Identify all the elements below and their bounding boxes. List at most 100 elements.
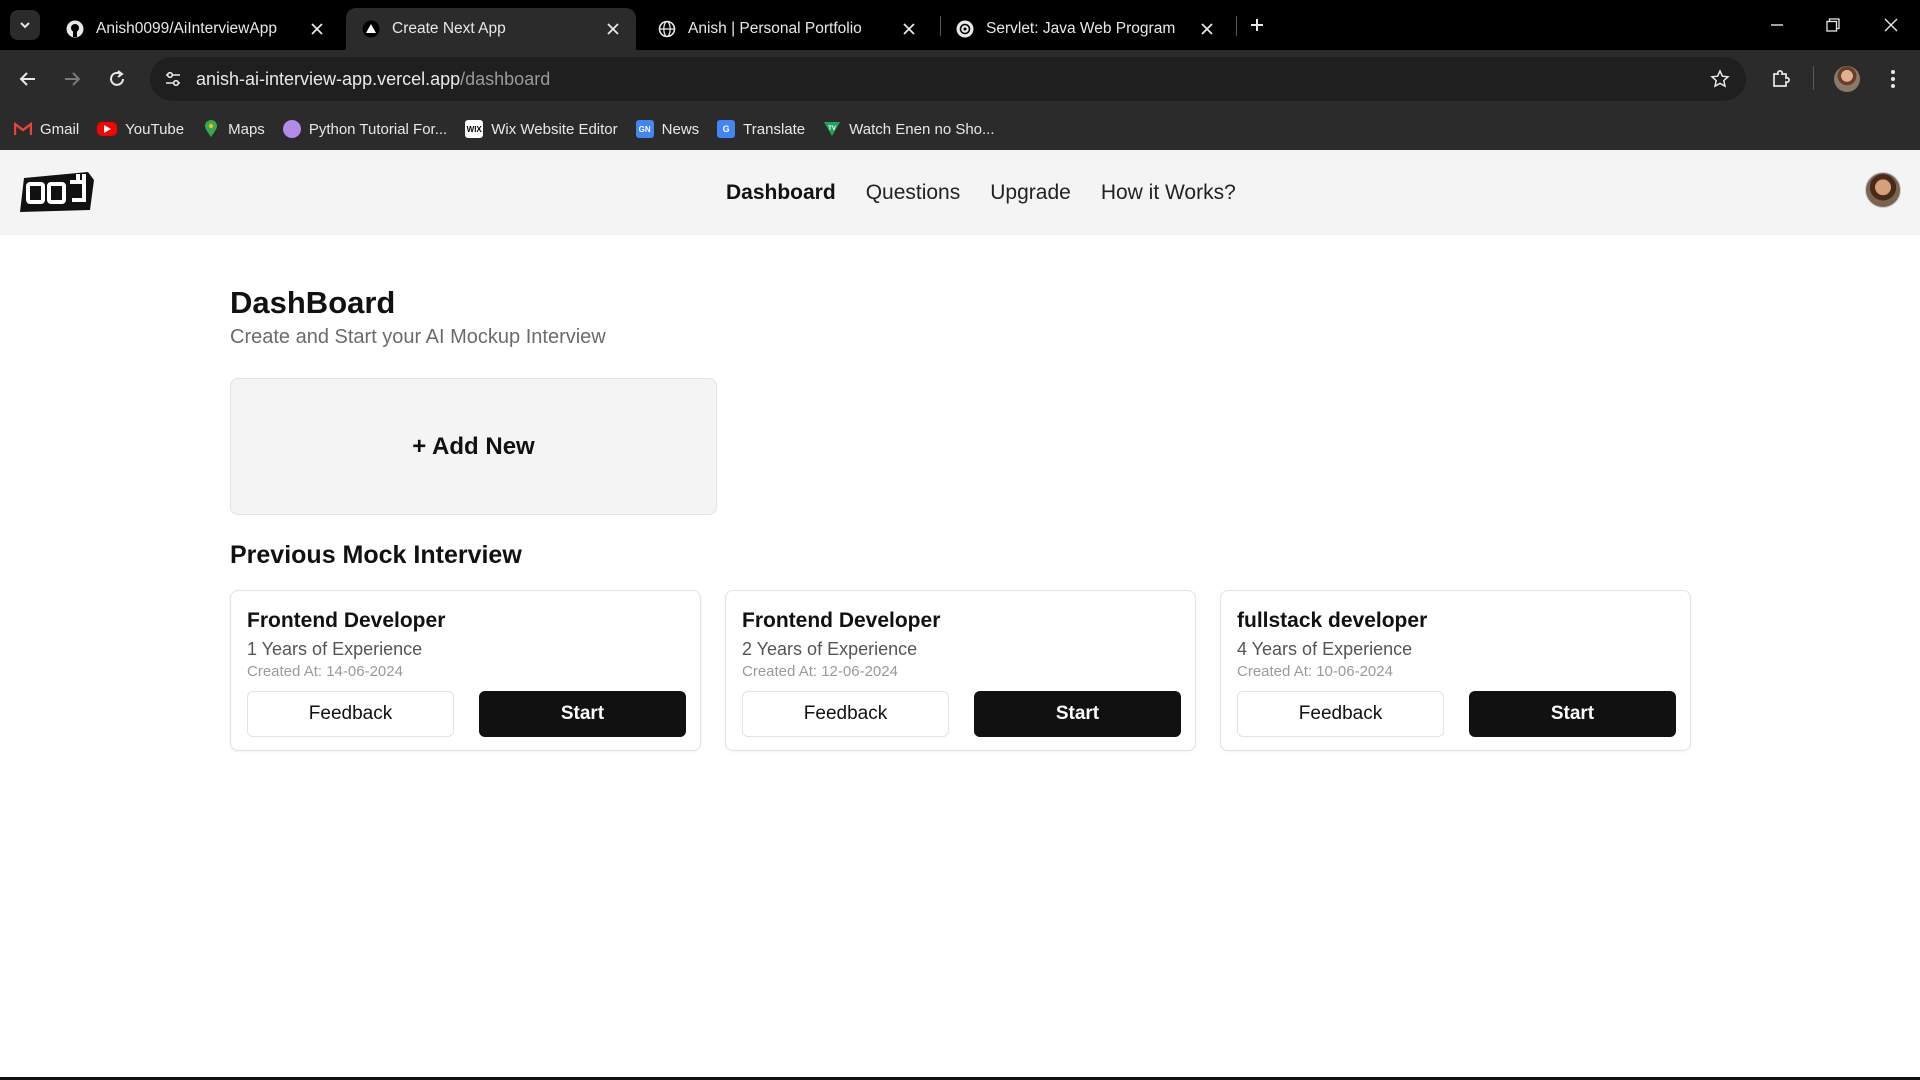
- news-icon: GN: [635, 120, 654, 138]
- user-avatar[interactable]: [1865, 172, 1901, 208]
- close-icon[interactable]: [604, 20, 622, 38]
- app-header: Dashboard Questions Upgrade How it Works…: [0, 150, 1920, 235]
- interview-experience: 1 Years of Experience: [247, 639, 423, 659]
- bookmark-label: Translate: [743, 120, 806, 138]
- bookmark-maps[interactable]: Maps: [202, 120, 265, 138]
- interview-card: Frontend Developer 2 Years of Experience…: [725, 590, 1196, 751]
- interview-created-at: Created At: 12-06-2024: [742, 663, 898, 680]
- bookmark-label: Maps: [228, 120, 265, 138]
- wix-icon: WIX: [465, 120, 484, 138]
- interview-experience: 2 Years of Experience: [742, 639, 918, 659]
- puzzle-icon: [1773, 70, 1790, 87]
- url-text[interactable]: anish-ai-interview-app.vercel.app/dashbo…: [196, 69, 550, 90]
- minimize-icon: [1771, 24, 1783, 26]
- bookmark-label: News: [661, 120, 700, 138]
- more-vert-icon: [1891, 70, 1895, 88]
- previous-interviews-title: Previous Mock Interview: [230, 541, 522, 569]
- interview-role: fullstack developer: [1237, 609, 1428, 632]
- interview-experience: 4 Years of Experience: [1237, 639, 1413, 659]
- interview-card: fullstack developer 4 Years of Experienc…: [1220, 590, 1691, 751]
- globe-icon: [658, 20, 676, 38]
- start-button[interactable]: Start: [1469, 691, 1676, 737]
- nav-upgrade[interactable]: Upgrade: [990, 181, 1071, 205]
- translate-icon: G: [717, 120, 736, 138]
- feedback-button[interactable]: Feedback: [1237, 691, 1444, 737]
- tab-separator: [1236, 16, 1237, 36]
- site-settings-icon[interactable]: [160, 66, 186, 92]
- restore-button[interactable]: [1818, 10, 1848, 40]
- python-icon: [282, 120, 301, 138]
- browser-tab[interactable]: Servlet: Java Web Program: [940, 8, 1230, 50]
- bookmarks-bar: Gmail YouTube Maps Python Tutorial For..…: [0, 108, 1920, 150]
- bookmark-label: Gmail: [40, 120, 80, 138]
- interview-list: Frontend Developer 1 Years of Experience…: [230, 590, 1691, 752]
- feedback-button[interactable]: Feedback: [742, 691, 949, 737]
- nav-dashboard[interactable]: Dashboard: [726, 181, 836, 205]
- reload-icon: [110, 70, 124, 86]
- tab-search-button[interactable]: [10, 10, 40, 40]
- close-icon[interactable]: [1198, 20, 1216, 38]
- chatgpt-icon: [956, 20, 974, 38]
- tab-title: Anish | Personal Portfolio: [688, 20, 862, 37]
- toolbar-divider: [1813, 66, 1814, 90]
- bookmark-youtube[interactable]: YouTube: [97, 121, 184, 138]
- github-icon: [66, 20, 84, 38]
- youtube-icon: [97, 122, 118, 136]
- close-icon[interactable]: [308, 20, 326, 38]
- close-icon: [1884, 18, 1898, 32]
- forward-button[interactable]: [56, 63, 88, 95]
- bookmark-news[interactable]: GN News: [635, 120, 700, 138]
- restore-icon: [1826, 18, 1840, 32]
- extensions-button[interactable]: [1766, 64, 1796, 94]
- browser-tab-active[interactable]: Create Next App: [346, 8, 636, 50]
- arrow-right-icon: [65, 72, 81, 86]
- interview-card: Frontend Developer 1 Years of Experience…: [230, 590, 701, 751]
- main-nav: Dashboard Questions Upgrade How it Works…: [726, 150, 1266, 235]
- bookmark-wix[interactable]: WIX Wix Website Editor: [465, 120, 618, 138]
- window-close-button[interactable]: [1876, 10, 1906, 40]
- browser-toolbar: anish-ai-interview-app.vercel.app/dashbo…: [0, 50, 1920, 108]
- logo-icon: [20, 172, 94, 212]
- feedback-button[interactable]: Feedback: [247, 691, 454, 737]
- page-title: DashBoard: [230, 285, 396, 320]
- interview-created-at: Created At: 10-06-2024: [1237, 663, 1393, 680]
- vercel-icon: [362, 20, 380, 38]
- bookmark-label: YouTube: [125, 120, 185, 138]
- bookmark-star-icon[interactable]: [1708, 67, 1732, 91]
- plus-icon: [1251, 19, 1263, 31]
- app-logo[interactable]: [18, 168, 96, 216]
- bookmark-label: Wix Website Editor: [491, 120, 618, 138]
- bookmark-label: Python Tutorial For...: [308, 120, 448, 138]
- browser-tab[interactable]: Anish | Personal Portfolio: [642, 8, 932, 50]
- interview-role: Frontend Developer: [247, 609, 446, 632]
- new-tab-button[interactable]: [1244, 12, 1270, 38]
- bookmark-watch-enen[interactable]: TV Watch Enen no Sho...: [823, 120, 995, 138]
- reload-button[interactable]: [101, 63, 133, 95]
- back-button[interactable]: [12, 63, 44, 95]
- minimize-button[interactable]: [1762, 10, 1792, 40]
- nav-how-it-works[interactable]: How it Works?: [1101, 181, 1236, 205]
- maps-icon: [202, 120, 220, 138]
- bookmark-python-tutorial[interactable]: Python Tutorial For...: [282, 120, 448, 138]
- chevron-down-icon: [20, 22, 30, 29]
- browser-profile-avatar[interactable]: [1834, 66, 1860, 92]
- gmail-icon: [14, 120, 32, 138]
- start-button[interactable]: Start: [974, 691, 1181, 737]
- tab-title: Create Next App: [392, 20, 506, 37]
- bookmark-gmail[interactable]: Gmail: [14, 120, 79, 138]
- svg-text:TV: TV: [828, 126, 836, 132]
- add-new-interview-card[interactable]: + Add New: [230, 378, 717, 515]
- url-path: /dashboard: [460, 69, 551, 89]
- interview-role: Frontend Developer: [742, 609, 941, 632]
- start-button[interactable]: Start: [479, 691, 686, 737]
- browser-tab[interactable]: Anish0099/AiInterviewApp: [50, 8, 340, 50]
- tab-title: Servlet: Java Web Program: [986, 20, 1176, 37]
- arrow-left-icon: [19, 72, 35, 86]
- menu-button[interactable]: [1878, 64, 1908, 94]
- nav-questions[interactable]: Questions: [866, 181, 961, 205]
- address-bar[interactable]: anish-ai-interview-app.vercel.app/dashbo…: [150, 57, 1746, 101]
- close-icon[interactable]: [900, 20, 918, 38]
- url-host: anish-ai-interview-app.vercel.app: [196, 69, 461, 89]
- browser-tab-strip: Anish0099/AiInterviewApp Create Next App…: [0, 0, 1920, 50]
- bookmark-translate[interactable]: G Translate: [717, 120, 805, 138]
